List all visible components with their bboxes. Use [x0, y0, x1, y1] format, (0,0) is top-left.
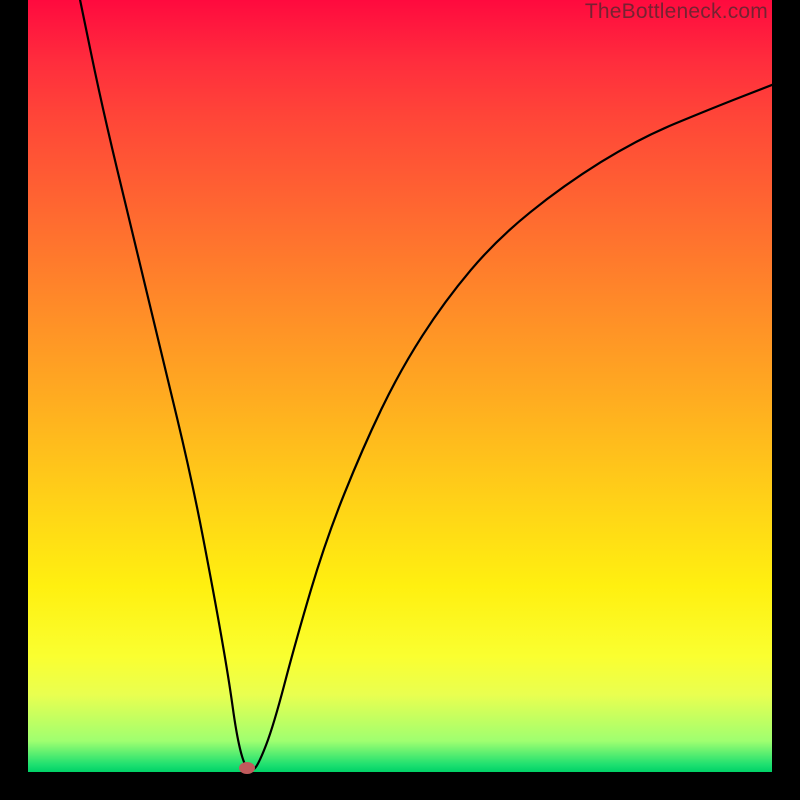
- curve-svg: [28, 0, 772, 772]
- bottleneck-curve: [80, 0, 772, 770]
- minimum-marker: [239, 762, 255, 774]
- watermark-text: TheBottleneck.com: [585, 0, 768, 24]
- plot-area: TheBottleneck.com: [28, 0, 772, 772]
- chart-frame: TheBottleneck.com: [0, 0, 800, 800]
